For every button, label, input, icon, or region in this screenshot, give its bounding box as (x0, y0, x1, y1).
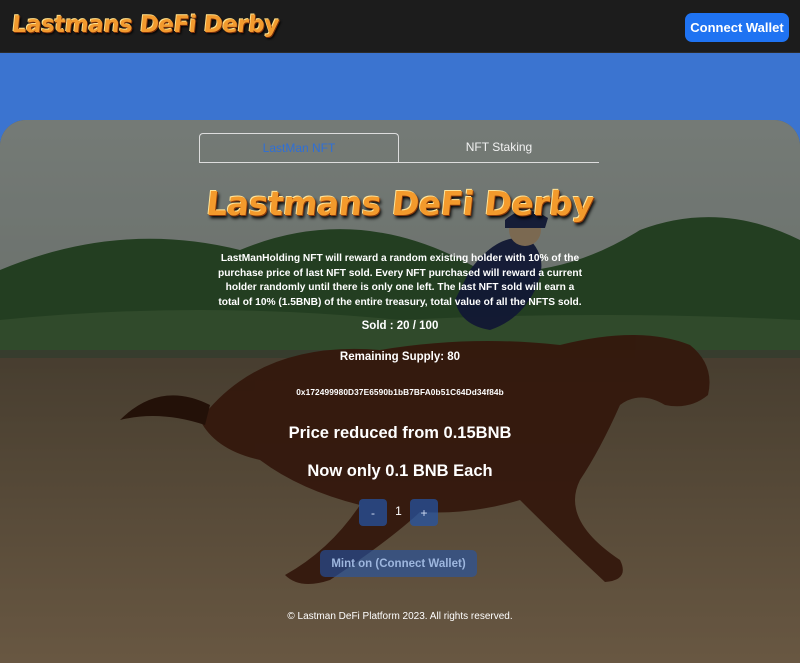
mint-button[interactable]: Mint on (Connect Wallet) (320, 550, 477, 577)
current-price-text: Now only 0.1 BNB Each (307, 462, 493, 480)
hero-logo: Lastmans DeFi Derby (204, 184, 596, 223)
connect-wallet-button[interactable]: Connect Wallet (685, 13, 789, 42)
increment-button[interactable]: + (410, 499, 438, 526)
price-reduced-text: Price reduced from 0.15BNB (288, 424, 512, 442)
site-logo[interactable]: Lastmans DeFi Derby (11, 12, 280, 38)
quantity-value: 1 (395, 504, 402, 518)
sold-count: Sold : 20 / 100 (361, 320, 439, 332)
top-navbar: Lastmans DeFi Derby Connect Wallet (0, 0, 800, 53)
contract-address[interactable]: 0x172499980D37E6590b1bB7BFA0b51C64Dd34f8… (0, 387, 800, 397)
decrement-button[interactable]: - (359, 499, 387, 526)
tab-bar: LastMan NFT NFT Staking (199, 133, 599, 163)
tab-nft-staking[interactable]: NFT Staking (399, 133, 599, 163)
remaining-supply: Remaining Supply: 80 (339, 351, 461, 363)
nft-description: LastManHolding NFT will reward a random … (217, 253, 583, 308)
tab-lastman-nft[interactable]: LastMan NFT (199, 133, 399, 163)
quantity-stepper: - 1 + (359, 499, 439, 526)
main-card: LastMan NFT NFT Staking Lastmans DeFi De… (0, 120, 800, 663)
footer-copyright: © Lastman DeFi Platform 2023. All rights… (287, 611, 513, 622)
